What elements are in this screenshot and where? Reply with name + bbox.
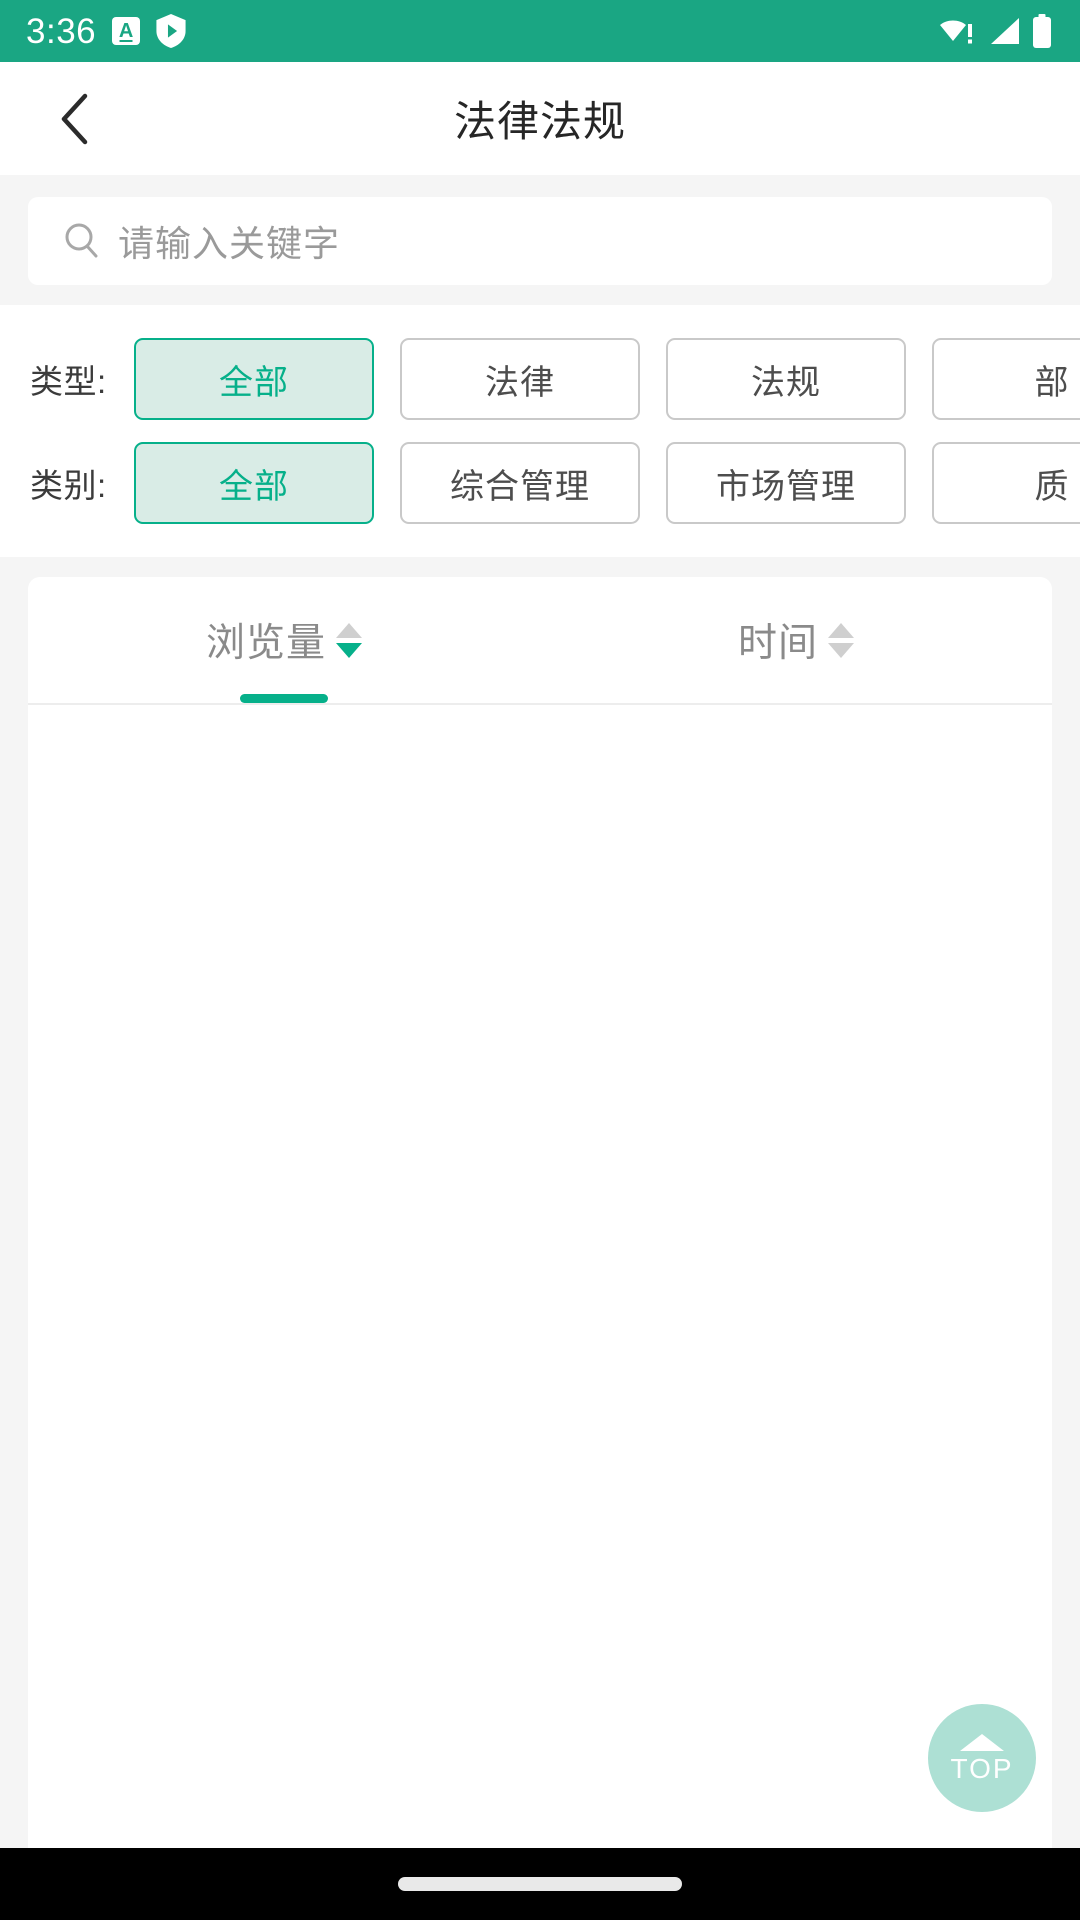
- wifi-alert-icon: [938, 16, 976, 46]
- shield-play-icon: [156, 14, 186, 48]
- filter-row-category: 类别: 全部 综合管理 市场管理 质: [0, 431, 1080, 535]
- a-badge-icon: A: [112, 17, 141, 45]
- filter-label-category: 类别:: [30, 467, 107, 504]
- result-list[interactable]: [28, 705, 1052, 1848]
- sort-tab-time-label: 时间: [737, 622, 818, 665]
- arrow-up-icon: [960, 1733, 1004, 1751]
- status-bar: 3:36 A: [0, 0, 1080, 62]
- search-input[interactable]: 请输入关键字: [28, 197, 1052, 285]
- page-title: 法律法规: [453, 98, 626, 145]
- sort-arrow-up-icon: [336, 622, 362, 638]
- filter-chips-type[interactable]: 全部 法律 法规 部: [134, 338, 1080, 420]
- filter-section: 类型: 全部 法律 法规 部 类别: 全部 综合管理 市场管理 质: [0, 305, 1080, 557]
- filter-chip-type-all[interactable]: 全部: [134, 338, 374, 420]
- filter-chip-type-regulation[interactable]: 法规: [666, 338, 906, 420]
- status-time: 3:36: [26, 11, 97, 51]
- sort-arrows-views: [336, 622, 362, 658]
- result-card: 浏览量 时间: [28, 577, 1052, 1848]
- status-bar-right: [938, 14, 1052, 48]
- scroll-to-top-button[interactable]: TOP: [928, 1704, 1036, 1812]
- cellular-signal-icon: [987, 16, 1021, 46]
- filter-chips-category[interactable]: 全部 综合管理 市场管理 质: [134, 442, 1080, 524]
- content-area: 浏览量 时间 TOP: [0, 557, 1080, 1848]
- sort-arrows-time: [828, 622, 854, 658]
- active-tab-indicator: [240, 694, 328, 703]
- filter-chip-type-department[interactable]: 部: [932, 338, 1080, 420]
- chevron-left-icon: [61, 93, 88, 144]
- filter-chip-category-all[interactable]: 全部: [134, 442, 374, 524]
- home-indicator[interactable]: [398, 1877, 682, 1891]
- scroll-to-top-label: TOP: [950, 1752, 1014, 1784]
- filter-row-type: 类型: 全部 法律 法规 部: [0, 327, 1080, 431]
- sort-tab-bar: 浏览量 时间: [28, 577, 1052, 705]
- filter-label-type: 类型:: [30, 363, 107, 400]
- sort-arrow-down-icon: [828, 642, 854, 658]
- app-bar: 法律法规: [0, 62, 1080, 175]
- search-icon: [65, 223, 98, 258]
- filter-chip-type-law[interactable]: 法律: [400, 338, 640, 420]
- sort-tab-time[interactable]: 时间: [540, 577, 1052, 703]
- back-button[interactable]: [36, 81, 112, 157]
- sort-arrow-down-icon: [336, 642, 362, 658]
- filter-chip-category-quality[interactable]: 质: [932, 442, 1080, 524]
- app-screen: 3:36 A 法律法规 请输入关键字 类型: 全部 法律 法规 部 类别: 全部…: [0, 0, 1080, 1920]
- search-section: 请输入关键字: [0, 175, 1080, 305]
- search-placeholder: 请输入关键字: [118, 223, 341, 264]
- sort-arrow-up-icon: [828, 622, 854, 638]
- sort-tab-views-label: 浏览量: [205, 622, 326, 665]
- status-bar-left: 3:36 A: [26, 14, 186, 49]
- system-nav-bar: [0, 1848, 1080, 1920]
- filter-chip-category-comprehensive[interactable]: 综合管理: [400, 442, 640, 524]
- battery-full-icon: [1032, 14, 1052, 48]
- sort-tab-views[interactable]: 浏览量: [28, 577, 540, 703]
- filter-chip-category-market[interactable]: 市场管理: [666, 442, 906, 524]
